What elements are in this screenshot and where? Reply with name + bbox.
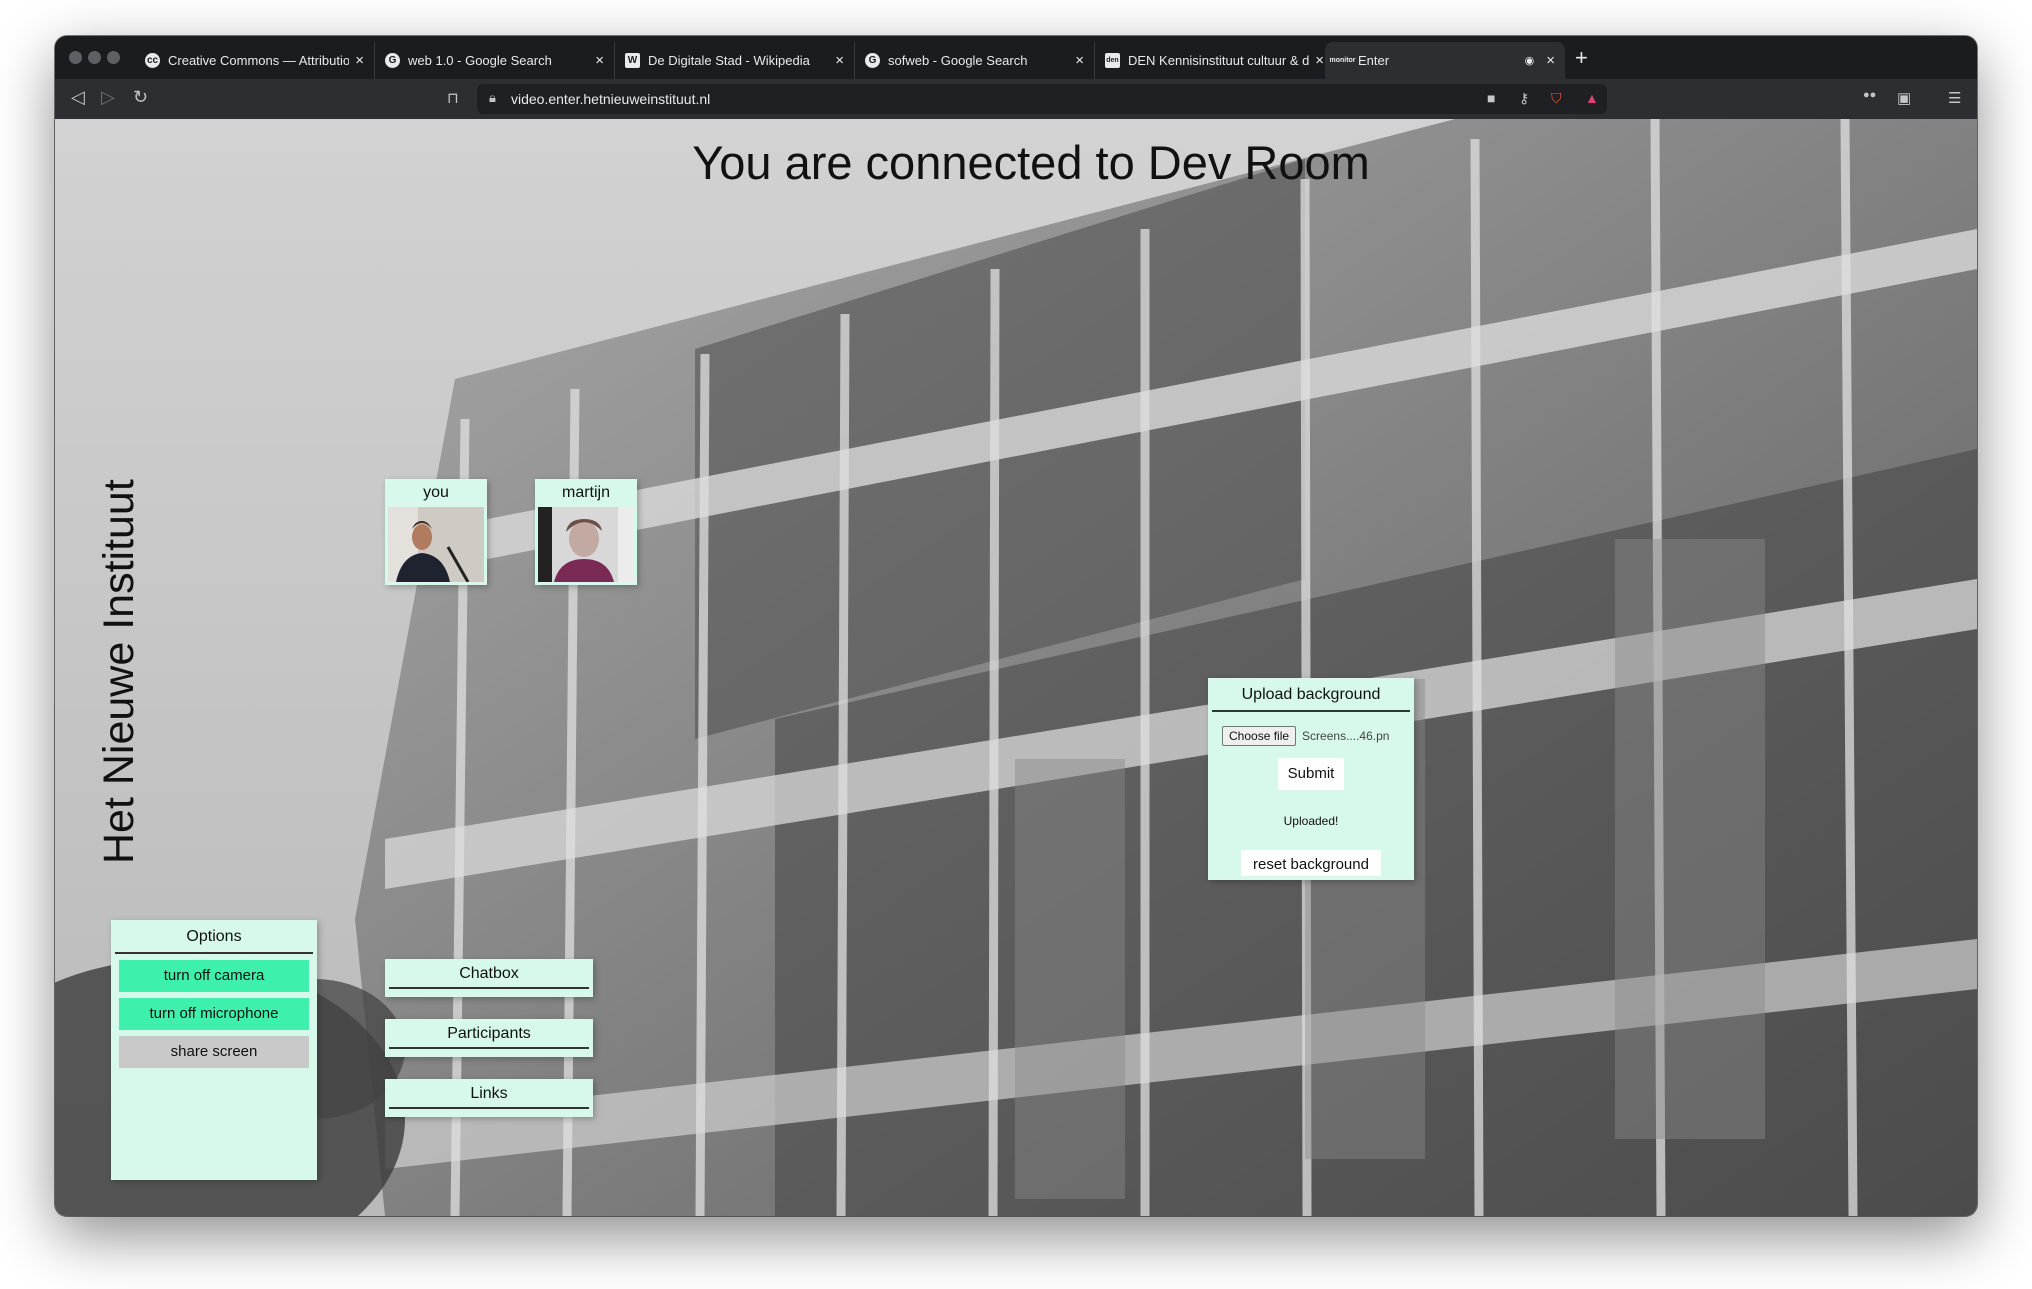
webcam-feed-you [388, 507, 484, 582]
tab-bar: cc Creative Commons — Attribution × G we… [55, 36, 1977, 79]
den-icon: den [1105, 53, 1120, 68]
recording-icon: ◉ [1524, 55, 1535, 67]
tab-de-digitale-stad[interactable]: W De Digitale Stad - Wikipedia × [615, 42, 855, 79]
brave-rewards-icon[interactable]: ▲ [1585, 90, 1599, 106]
brave-shield-icon[interactable]: ⛉ [1551, 90, 1562, 107]
tab-title: web 1.0 - Google Search [408, 53, 552, 68]
file-input[interactable]: Choose file Screens....46.pn [1222, 726, 1414, 746]
upload-title: Upload background [1212, 678, 1410, 712]
upload-background-panel: Upload background Choose file Screens...… [1208, 678, 1414, 880]
tab-enter[interactable]: monitor Enter ◉ × [1325, 42, 1565, 79]
key-icon[interactable]: ⚷ [1519, 90, 1529, 107]
browser-window: cc Creative Commons — Attribution × G we… [55, 36, 1977, 1216]
close-icon[interactable]: × [835, 52, 844, 69]
reload-icon[interactable]: ↻ [133, 87, 148, 108]
wikipedia-icon: W [625, 53, 640, 68]
video-tile-martijn[interactable]: martijn [535, 479, 637, 585]
links-button[interactable]: Links [385, 1079, 593, 1117]
url-text: video.enter.hetnieuweinstituut.nl [511, 91, 711, 107]
choose-file-button[interactable]: Choose file [1222, 726, 1297, 746]
toolbar: ◁ ▷ ↻ ⊓ 🔒︎ video.enter.hetnieuweinstituu… [55, 79, 1977, 119]
menu-icon[interactable]: ☰ [1948, 89, 1961, 107]
tab-web-1-0[interactable]: G web 1.0 - Google Search × [375, 42, 615, 79]
back-icon[interactable]: ◁ [71, 87, 85, 108]
options-panel: Options turn off camera turn off microph… [111, 920, 317, 1180]
video-label: you [423, 484, 449, 501]
new-tab-icon[interactable]: + [1575, 45, 1588, 71]
close-icon[interactable]: × [1546, 52, 1555, 69]
bookmark-icon[interactable]: ⊓ [447, 89, 459, 107]
google-icon: G [385, 53, 400, 68]
notion-icon[interactable]: ▣ [1897, 89, 1911, 107]
het-nieuwe-instituut-logo: Het Nieuwe Instituut [95, 479, 143, 864]
forward-icon[interactable]: ▷ [101, 87, 115, 108]
monitor-icon: monitor [1329, 57, 1356, 64]
chatbox-button[interactable]: Chatbox [385, 959, 593, 997]
close-icon[interactable]: × [1075, 52, 1084, 69]
tab-den-kennisinstituut[interactable]: den DEN Kennisinstituut cultuur & di × [1095, 42, 1335, 79]
tab-title: sofweb - Google Search [888, 53, 1028, 68]
page-title: You are connected to Dev Room [692, 136, 1370, 189]
google-icon: G [865, 53, 880, 68]
webcam-feed-martijn [538, 507, 634, 582]
video-label: martijn [561, 484, 610, 501]
upload-status: Uploaded! [1283, 814, 1339, 828]
turn-off-camera-button[interactable]: turn off camera [119, 960, 309, 992]
window-minimize-dot[interactable] [88, 51, 101, 64]
links-label: Links [389, 1079, 589, 1109]
window-close-dot[interactable] [69, 51, 82, 64]
lock-icon: 🔒︎ [489, 90, 496, 105]
turn-off-microphone-button[interactable]: turn off microphone [119, 998, 309, 1030]
close-icon[interactable]: × [595, 52, 604, 69]
tab-title: DEN Kennisinstituut cultuur & di [1128, 53, 1310, 68]
page-viewport: You are connected to Dev Room Het Nieuwe… [55, 119, 1977, 1216]
options-title: Options [115, 920, 313, 954]
tab-creative-commons[interactable]: cc Creative Commons — Attribution × [135, 42, 375, 79]
reset-background-button[interactable]: reset background [1241, 850, 1381, 876]
camera-icon[interactable]: ■ [1487, 90, 1495, 106]
close-icon[interactable]: × [1315, 52, 1324, 69]
creative-commons-icon: cc [145, 53, 160, 68]
chatbox-label: Chatbox [389, 959, 589, 989]
share-screen-button[interactable]: share screen [119, 1036, 309, 1068]
tab-title: Creative Commons — Attribution [168, 53, 350, 68]
tab-sofweb[interactable]: G sofweb - Google Search × [855, 42, 1095, 79]
building-background-image [55, 119, 1977, 1216]
participants-button[interactable]: Participants [385, 1019, 593, 1057]
selected-file-name: Screens....46.pn [1302, 729, 1390, 743]
address-bar[interactable]: 🔒︎ video.enter.hetnieuweinstituut.nl ■ ⚷… [477, 84, 1607, 114]
extensions-icon[interactable]: ●● [1863, 89, 1876, 101]
close-icon[interactable]: × [355, 52, 364, 69]
tab-title: De Digitale Stad - Wikipedia [648, 53, 810, 68]
participants-label: Participants [389, 1019, 589, 1049]
window-zoom-dot[interactable] [107, 51, 120, 64]
tab-title: Enter [1358, 53, 1390, 68]
video-tile-you[interactable]: you [385, 479, 487, 585]
submit-button[interactable]: Submit [1278, 758, 1344, 790]
